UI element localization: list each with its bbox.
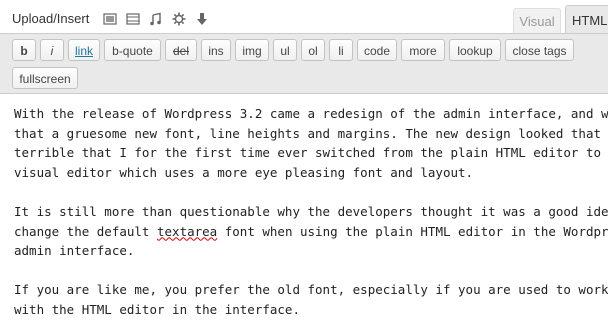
editor-header: Upload/Insert Visual HTML — [0, 0, 608, 35]
text-line-fragment: change the default — [14, 223, 157, 239]
quicktags-toolbar: b i link b-quote del ins img ul ol li co… — [0, 33, 608, 94]
img-button[interactable]: img — [235, 39, 269, 61]
image-icon[interactable] — [103, 12, 117, 26]
paragraph-2: It is still more than questionable why t… — [14, 202, 608, 261]
close-tags-button[interactable]: close tags — [505, 39, 574, 61]
text-line: that a gruesome new font, line heights a… — [14, 125, 601, 141]
italic-button[interactable]: i — [40, 39, 64, 61]
tab-html[interactable]: HTML — [565, 5, 608, 35]
lookup-button[interactable]: lookup — [449, 39, 501, 61]
media-gear-icon[interactable] — [172, 12, 186, 26]
li-button[interactable]: li — [329, 39, 353, 61]
paragraph-3: If you are like me, you prefer the old f… — [14, 280, 608, 319]
video-icon[interactable] — [126, 12, 140, 26]
tab-visual[interactable]: Visual — [513, 8, 561, 34]
text-line: admin interface. — [14, 243, 135, 259]
more-button[interactable]: more — [401, 39, 445, 61]
text-line: terrible that I for the first time ever … — [14, 145, 608, 161]
text-line-fragment: font when using the plain HTML editor in… — [217, 223, 608, 239]
link-button[interactable]: link — [68, 39, 100, 61]
text-line: If you are like me, you prefer the old f… — [14, 282, 608, 298]
text-line: with the HTML editor in the interface. — [14, 301, 300, 317]
code-button[interactable]: code — [357, 39, 397, 61]
html-editor-textarea[interactable]: With the release of Wordpress 3.2 came a… — [0, 95, 608, 333]
download-icon[interactable] — [195, 12, 209, 26]
ul-button[interactable]: ul — [273, 39, 297, 61]
del-button[interactable]: del — [165, 39, 197, 61]
text-line: It is still more than questionable why t… — [14, 203, 608, 219]
ins-button[interactable]: ins — [201, 39, 231, 61]
blockquote-button[interactable]: b-quote — [104, 39, 161, 61]
paragraph-1: With the release of Wordpress 3.2 came a… — [14, 104, 608, 182]
bold-button[interactable]: b — [12, 39, 36, 61]
text-line: visual editor which uses a more eye plea… — [14, 164, 474, 180]
upload-insert-label: Upload/Insert — [12, 11, 90, 26]
fullscreen-button[interactable]: fullscreen — [12, 67, 78, 89]
audio-icon[interactable] — [149, 12, 163, 26]
ol-button[interactable]: ol — [301, 39, 325, 61]
text-line: With the release of Wordpress 3.2 came a… — [14, 106, 608, 121]
misspelled-word: textarea — [157, 223, 218, 239]
